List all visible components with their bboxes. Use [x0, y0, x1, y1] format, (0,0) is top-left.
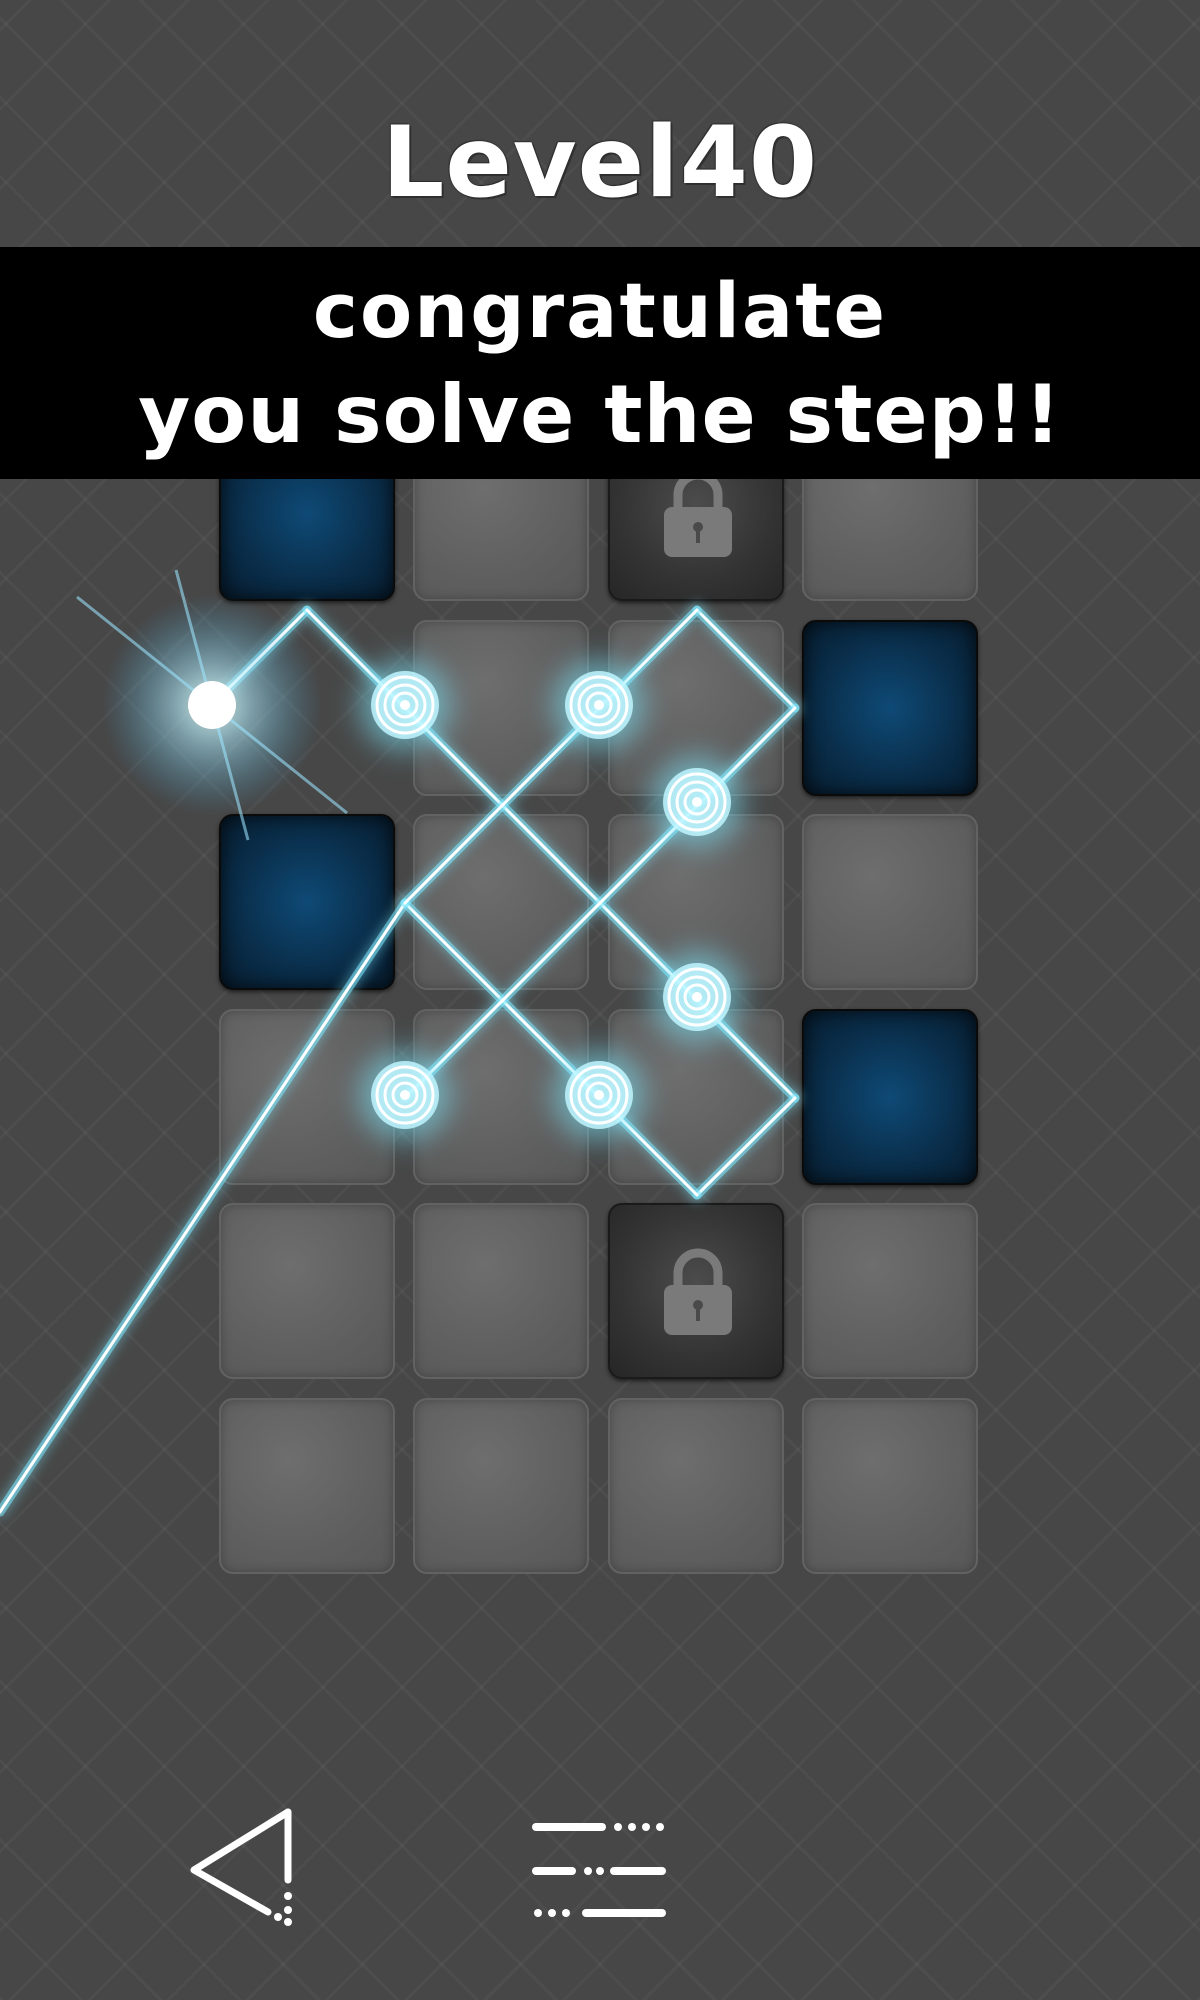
lock-icon	[664, 1248, 732, 1335]
tile-empty-r5-c2[interactable]	[608, 1398, 784, 1574]
tile-empty-r5-c3[interactable]	[802, 1398, 978, 1574]
tile-wall-r1-c3	[802, 620, 978, 796]
tile-empty-r2-c2[interactable]	[608, 814, 784, 990]
tile-wall-r3-c3	[802, 1009, 978, 1185]
tile-wall-r2-c0	[219, 814, 395, 990]
tile-empty-r2-c3[interactable]	[802, 814, 978, 990]
back-triangle-icon	[190, 1808, 292, 1926]
tile-empty-r3-c0[interactable]	[219, 1009, 395, 1185]
tile-empty-r4-c1[interactable]	[413, 1203, 589, 1379]
tile-empty-r4-c3[interactable]	[802, 1203, 978, 1379]
tile-empty-r3-c2[interactable]	[608, 1009, 784, 1185]
tile-locked-r4-c2	[608, 1203, 784, 1379]
tile-empty-r4-c0[interactable]	[219, 1203, 395, 1379]
tile-empty-r1-c1[interactable]	[413, 620, 589, 796]
success-banner: congratulate you solve the step!!	[0, 247, 1200, 479]
lock-icon	[664, 470, 732, 557]
tile-empty-r3-c1[interactable]	[413, 1009, 589, 1185]
back-button[interactable]	[180, 1800, 300, 1930]
tile-empty-r5-c1[interactable]	[413, 1398, 589, 1574]
level-menu-icon	[532, 1823, 666, 1917]
tile-empty-r2-c1[interactable]	[413, 814, 589, 990]
solved-message: you solve the step!!	[138, 368, 1062, 461]
tile-empty-r1-c2[interactable]	[608, 620, 784, 796]
menu-button[interactable]	[530, 1815, 670, 1925]
tile-empty-r5-c0[interactable]	[219, 1398, 395, 1574]
congratulate-text: congratulate	[312, 266, 888, 355]
